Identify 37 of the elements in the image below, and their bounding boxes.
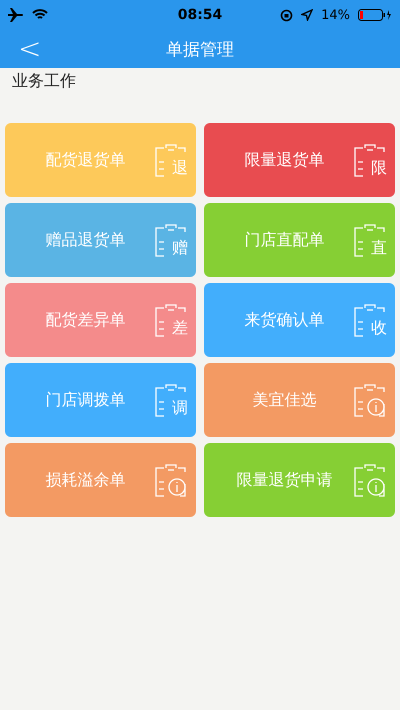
clipboard-icon <box>353 302 387 338</box>
clipboard-icon <box>154 222 188 258</box>
clipboard-icon <box>353 222 387 258</box>
tile-glyph: 直 <box>371 240 387 256</box>
menu-tile[interactable]: 损耗溢余单 <box>5 443 196 517</box>
battery-percent: 14% <box>321 8 350 22</box>
tile-glyph: 调 <box>172 400 188 416</box>
status-time: 08:54 <box>178 7 222 23</box>
menu-tile[interactable]: 赠品退货单 赠 <box>5 203 196 277</box>
clipboard-info-icon <box>353 462 387 498</box>
menu-tile[interactable]: 美宜佳选 <box>204 363 395 437</box>
clipboard-icon <box>154 142 188 178</box>
menu-tile[interactable]: 配货差异单 差 <box>5 283 196 357</box>
section-title: 业务工作 <box>11 70 77 92</box>
menu-tile[interactable]: 限量退货申请 <box>204 443 395 517</box>
menu-tile[interactable]: 限量退货单 限 <box>204 123 395 197</box>
menu-tile[interactable]: 来货确认单 收 <box>204 283 395 357</box>
tile-glyph: 差 <box>172 320 188 336</box>
page-title: 单据管理 <box>166 38 234 60</box>
clipboard-icon <box>154 302 188 338</box>
tile-glyph: 赠 <box>172 240 188 256</box>
location-icon <box>301 9 314 21</box>
clipboard-info-icon <box>353 382 387 418</box>
rotation-lock-icon <box>280 8 294 22</box>
tile-glyph: 限 <box>371 160 387 176</box>
clipboard-info-icon <box>154 462 188 498</box>
clipboard-icon <box>353 142 387 178</box>
battery-icon <box>358 9 392 21</box>
menu-tile[interactable]: 配货退货单 退 <box>5 123 196 197</box>
menu-tile[interactable]: 门店调拨单 调 <box>5 363 196 437</box>
menu-tile[interactable]: 门店直配单 直 <box>204 203 395 277</box>
clipboard-icon <box>154 382 188 418</box>
wifi-icon <box>32 9 48 21</box>
airplane-icon <box>8 8 24 22</box>
back-button[interactable]: < <box>12 35 48 63</box>
tile-glyph: 收 <box>371 320 387 336</box>
tile-glyph: 退 <box>172 160 188 176</box>
